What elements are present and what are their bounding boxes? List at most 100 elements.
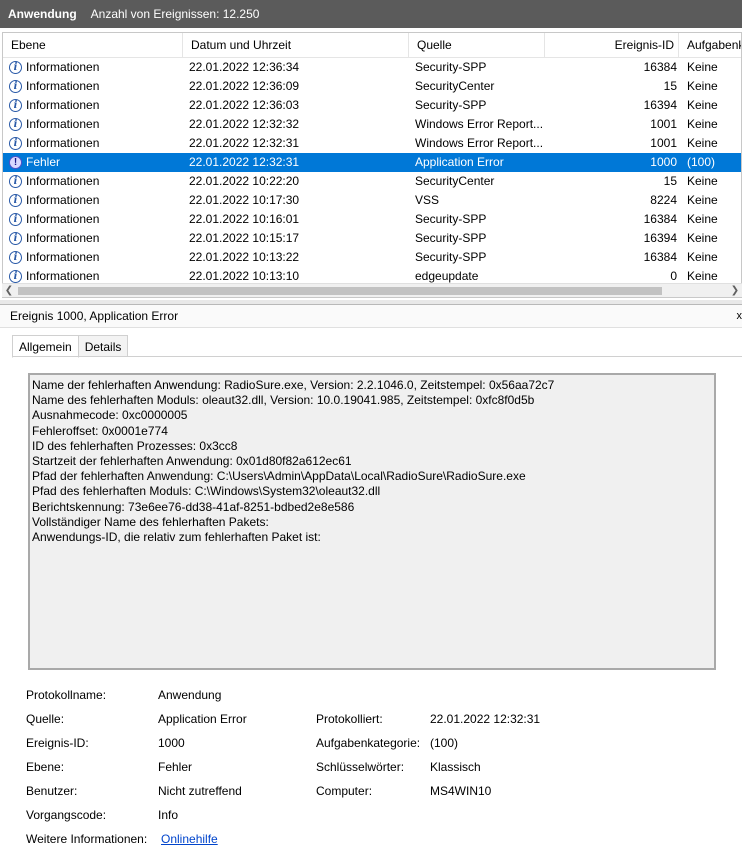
online-help-link[interactable]: Onlinehilfe bbox=[161, 832, 218, 846]
opcode-value: Info bbox=[158, 808, 179, 822]
column-header-event-id[interactable]: Ereignis-ID bbox=[545, 33, 679, 57]
table-row[interactable]: i Informationen 22.01.2022 12:32:31 Windows… bbox=[3, 134, 741, 153]
cell-event-id: 15 bbox=[663, 79, 677, 93]
level-text: Informationen bbox=[26, 212, 100, 226]
cell-task: (100) bbox=[687, 155, 716, 169]
event-description[interactable]: Name der fehlerhaften Anwendung: RadioSu… bbox=[28, 373, 716, 670]
tab-general[interactable]: Allgemein bbox=[12, 335, 79, 358]
column-header-level[interactable]: Ebene bbox=[3, 33, 183, 57]
cell-source: Windows Error Report... bbox=[415, 136, 544, 150]
cell-date: 22.01.2022 10:22:20 bbox=[189, 174, 300, 188]
level-text: Informationen bbox=[26, 60, 100, 74]
event-id-value: 1000 bbox=[158, 736, 185, 750]
level-text: Informationen bbox=[26, 231, 100, 245]
opcode-label: Vorgangscode: bbox=[26, 808, 107, 822]
cell-event-id: 1001 bbox=[650, 117, 677, 131]
cell-task: Keine bbox=[687, 250, 718, 264]
scroll-right-icon[interactable]: ❯ bbox=[728, 284, 742, 298]
column-header-date[interactable]: Datum und Uhrzeit bbox=[183, 33, 409, 57]
horizontal-scrollbar[interactable]: ❮ ❯ bbox=[2, 283, 742, 297]
table-row[interactable]: i Informationen 22.01.2022 10:17:30 VSS 8224… bbox=[3, 191, 741, 210]
table-row[interactable]: i Informationen 22.01.2022 10:16:01 Securit… bbox=[3, 210, 741, 229]
scrollbar-thumb[interactable] bbox=[18, 287, 662, 295]
close-icon[interactable]: x bbox=[737, 305, 742, 327]
table-row[interactable]: i Informationen 22.01.2022 12:36:09 Securit… bbox=[3, 77, 741, 96]
task-category-value: (100) bbox=[430, 736, 459, 750]
log-name-label: Protokollname: bbox=[26, 688, 107, 702]
info-icon: i bbox=[9, 232, 22, 245]
cell-task: Keine bbox=[687, 60, 718, 74]
table-row[interactable]: ! Fehler 22.01.2022 12:32:31 Application Er… bbox=[3, 153, 741, 172]
more-info-label: Weitere Informationen: bbox=[26, 832, 148, 846]
cell-level: i Informationen bbox=[9, 96, 185, 115]
cell-level: i Informationen bbox=[9, 210, 185, 229]
source-label: Quelle: bbox=[26, 712, 65, 726]
detail-tabs: Allgemein Details bbox=[12, 335, 129, 358]
cell-source: Security-SPP bbox=[415, 60, 487, 74]
level-text: Informationen bbox=[26, 193, 100, 207]
cell-source: Security-SPP bbox=[415, 98, 487, 112]
cell-source: VSS bbox=[415, 193, 440, 207]
cell-date: 22.01.2022 10:17:30 bbox=[189, 193, 300, 207]
computer-label: Computer: bbox=[316, 784, 373, 798]
cell-task: Keine bbox=[687, 98, 718, 112]
cell-source: SecurityCenter bbox=[415, 174, 495, 188]
cell-event-id: 1001 bbox=[650, 136, 677, 150]
error-icon: ! bbox=[9, 156, 22, 169]
event-rows: i Informationen 22.01.2022 12:36:34 Securit… bbox=[3, 58, 741, 286]
cell-source: Windows Error Report... bbox=[415, 117, 544, 131]
cell-level: i Informationen bbox=[9, 248, 185, 267]
scroll-left-icon[interactable]: ❮ bbox=[2, 284, 16, 298]
info-icon: i bbox=[9, 175, 22, 188]
event-id-label: Ereignis-ID: bbox=[26, 736, 89, 750]
user-value: Nicht zutreffend bbox=[158, 784, 242, 798]
level-label: Ebene: bbox=[26, 760, 65, 774]
cell-level: i Informationen bbox=[9, 115, 185, 134]
cell-event-id: 16384 bbox=[643, 212, 677, 226]
cell-source: Application Error bbox=[415, 155, 504, 169]
event-list[interactable]: Ebene Datum und Uhrzeit Quelle Ereignis-… bbox=[2, 32, 742, 298]
table-row[interactable]: i Informationen 22.01.2022 10:13:22 Securit… bbox=[3, 248, 741, 267]
level-text: Informationen bbox=[26, 174, 100, 188]
description-line: Startzeit der fehlerhaften Anwendung: 0x… bbox=[32, 454, 352, 469]
description-line: Name der fehlerhaften Anwendung: RadioSu… bbox=[32, 378, 555, 392]
description-line: Berichtskennung: 73e6ee76-dd38-41af-8251… bbox=[32, 499, 355, 514]
description-line: Pfad der fehlerhaften Anwendung: C:\User… bbox=[32, 469, 526, 484]
log-header-bar: Anwendung Anzahl von Ereignissen: 12.250 bbox=[0, 0, 742, 28]
info-icon: i bbox=[9, 251, 22, 264]
cell-level: i Informationen bbox=[9, 172, 185, 191]
table-row[interactable]: i Informationen 22.01.2022 12:32:32 Windows… bbox=[3, 115, 741, 134]
cell-event-id: 15 bbox=[663, 174, 677, 188]
info-icon: i bbox=[9, 99, 22, 112]
logged-label: Protokolliert: bbox=[316, 712, 383, 726]
cell-event-id: 16394 bbox=[643, 98, 677, 112]
cell-event-id: 16384 bbox=[643, 250, 677, 264]
task-category-label: Aufgabenkategorie: bbox=[316, 736, 421, 750]
cell-date: 22.01.2022 12:32:31 bbox=[189, 155, 300, 169]
tab-details[interactable]: Details bbox=[77, 335, 129, 357]
info-icon: i bbox=[9, 61, 22, 74]
user-label: Benutzer: bbox=[26, 784, 78, 798]
cell-task: Keine bbox=[687, 231, 718, 245]
cell-date: 22.01.2022 12:36:34 bbox=[189, 60, 300, 74]
cell-level: i Informationen bbox=[9, 229, 185, 248]
keywords-label: Schlüsselwörter: bbox=[316, 760, 405, 774]
cell-date: 22.01.2022 12:36:03 bbox=[189, 98, 300, 112]
cell-task: Keine bbox=[687, 117, 718, 131]
table-row[interactable]: i Informationen 22.01.2022 12:36:34 Securit… bbox=[3, 58, 741, 77]
log-title: Anwendung bbox=[8, 7, 77, 21]
column-header-task[interactable]: Aufgabenk bbox=[679, 33, 741, 57]
cell-task: Keine bbox=[687, 136, 718, 150]
table-row[interactable]: i Informationen 22.01.2022 10:22:20 Securit… bbox=[3, 172, 741, 191]
description-line: Name des fehlerhaften Moduls: oleaut32.d… bbox=[32, 393, 535, 408]
detail-title-text: Ereignis 1000, Application Error bbox=[10, 309, 179, 323]
cell-source: Security-SPP bbox=[415, 231, 487, 245]
info-icon: i bbox=[9, 118, 22, 131]
column-header-source[interactable]: Quelle bbox=[409, 33, 545, 57]
table-row[interactable]: i Informationen 22.01.2022 10:15:17 Securit… bbox=[3, 229, 741, 248]
table-row[interactable]: i Informationen 22.01.2022 12:36:03 Securit… bbox=[3, 96, 741, 115]
cell-level: i Informationen bbox=[9, 58, 185, 77]
cell-date: 22.01.2022 10:13:22 bbox=[189, 250, 300, 264]
detail-pane-title: Ereignis 1000, Application Error x bbox=[0, 304, 742, 328]
cell-level: ! Fehler bbox=[9, 153, 185, 172]
